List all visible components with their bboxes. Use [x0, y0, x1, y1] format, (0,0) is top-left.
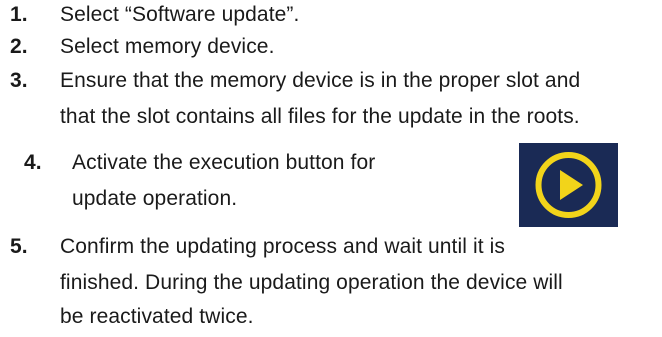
step-number: 3.	[10, 69, 28, 92]
step-text: Select “Software update”.	[60, 3, 300, 26]
step-number: 1.	[10, 3, 28, 26]
step-text-line-1: Activate the execution button for	[72, 151, 376, 174]
step-number: 4.	[24, 151, 42, 174]
execute-button[interactable]	[519, 143, 618, 227]
step-number: 2.	[10, 35, 28, 58]
step-text-line-2: update operation.	[72, 187, 238, 210]
step-text-line-1: Ensure that the memory device is in the …	[60, 69, 581, 92]
step-text-line-2: that the slot contains all files for the…	[60, 105, 580, 128]
step-number: 5.	[10, 235, 28, 258]
step-text: Select memory device.	[60, 35, 275, 58]
instruction-list: 1. Select “Software update”. 2. Select m…	[0, 0, 662, 337]
step-text-line-2: finished. During the updating operation …	[60, 271, 563, 294]
step-text-line-1: Confirm the updating process and wait un…	[60, 235, 505, 258]
step-text-line-3: be reactivated twice.	[60, 305, 254, 328]
play-circle-icon	[535, 152, 602, 218]
